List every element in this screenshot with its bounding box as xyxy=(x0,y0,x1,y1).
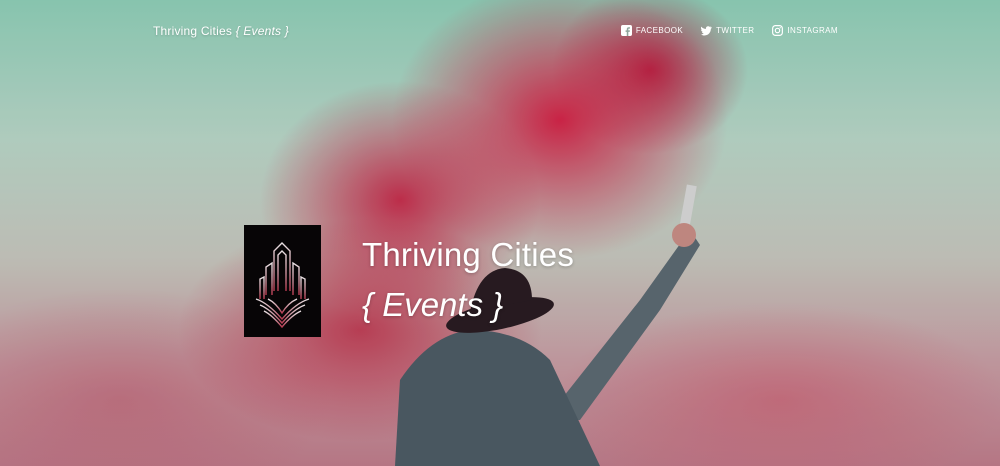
city-skyline-logo-icon xyxy=(255,242,310,329)
brand-tag: { Events } xyxy=(235,24,289,38)
hero-overlay xyxy=(0,0,1000,466)
instagram-icon xyxy=(772,25,784,36)
instagram-link[interactable]: INSTAGRAM xyxy=(772,25,838,36)
instagram-label: INSTAGRAM xyxy=(787,26,838,35)
twitter-icon xyxy=(701,26,712,36)
brand-name: Thriving Cities xyxy=(153,24,233,38)
city-logo xyxy=(244,225,321,337)
brand-link[interactable]: Thriving Cities { Events } xyxy=(153,24,289,38)
facebook-icon xyxy=(620,25,632,36)
hero-subtitle: { Events } xyxy=(362,286,504,323)
facebook-label: FACEBOOK xyxy=(635,26,684,35)
twitter-label: TWITTER xyxy=(716,26,755,35)
hero-title: Thriving Cities xyxy=(362,236,575,273)
twitter-link[interactable]: TWITTER xyxy=(701,25,754,36)
social-nav: FACEBOOK TWITTER INSTAGRAM xyxy=(620,25,838,36)
facebook-link[interactable]: FACEBOOK xyxy=(620,25,684,36)
